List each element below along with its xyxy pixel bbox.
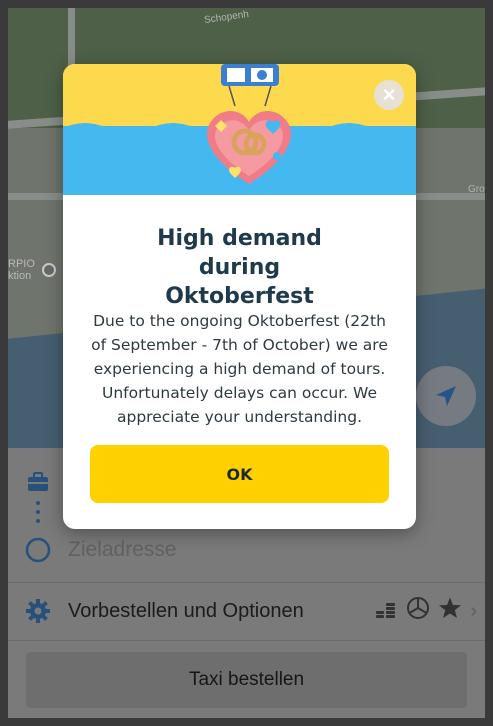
dialog-message: Due to the ongoing Oktoberfest (22th of … [91, 312, 388, 426]
oktoberfest-dialog: × High demand during Oktoberfest Due to … [63, 64, 416, 529]
ok-button[interactable]: OK [90, 445, 389, 503]
close-icon: × [382, 82, 396, 107]
dialog-title: High demand during Oktoberfest [157, 226, 322, 309]
heart-pretzel-illustration-icon [207, 64, 291, 184]
close-dialog-button[interactable]: × [374, 80, 404, 110]
dialog-header: × [63, 64, 416, 195]
